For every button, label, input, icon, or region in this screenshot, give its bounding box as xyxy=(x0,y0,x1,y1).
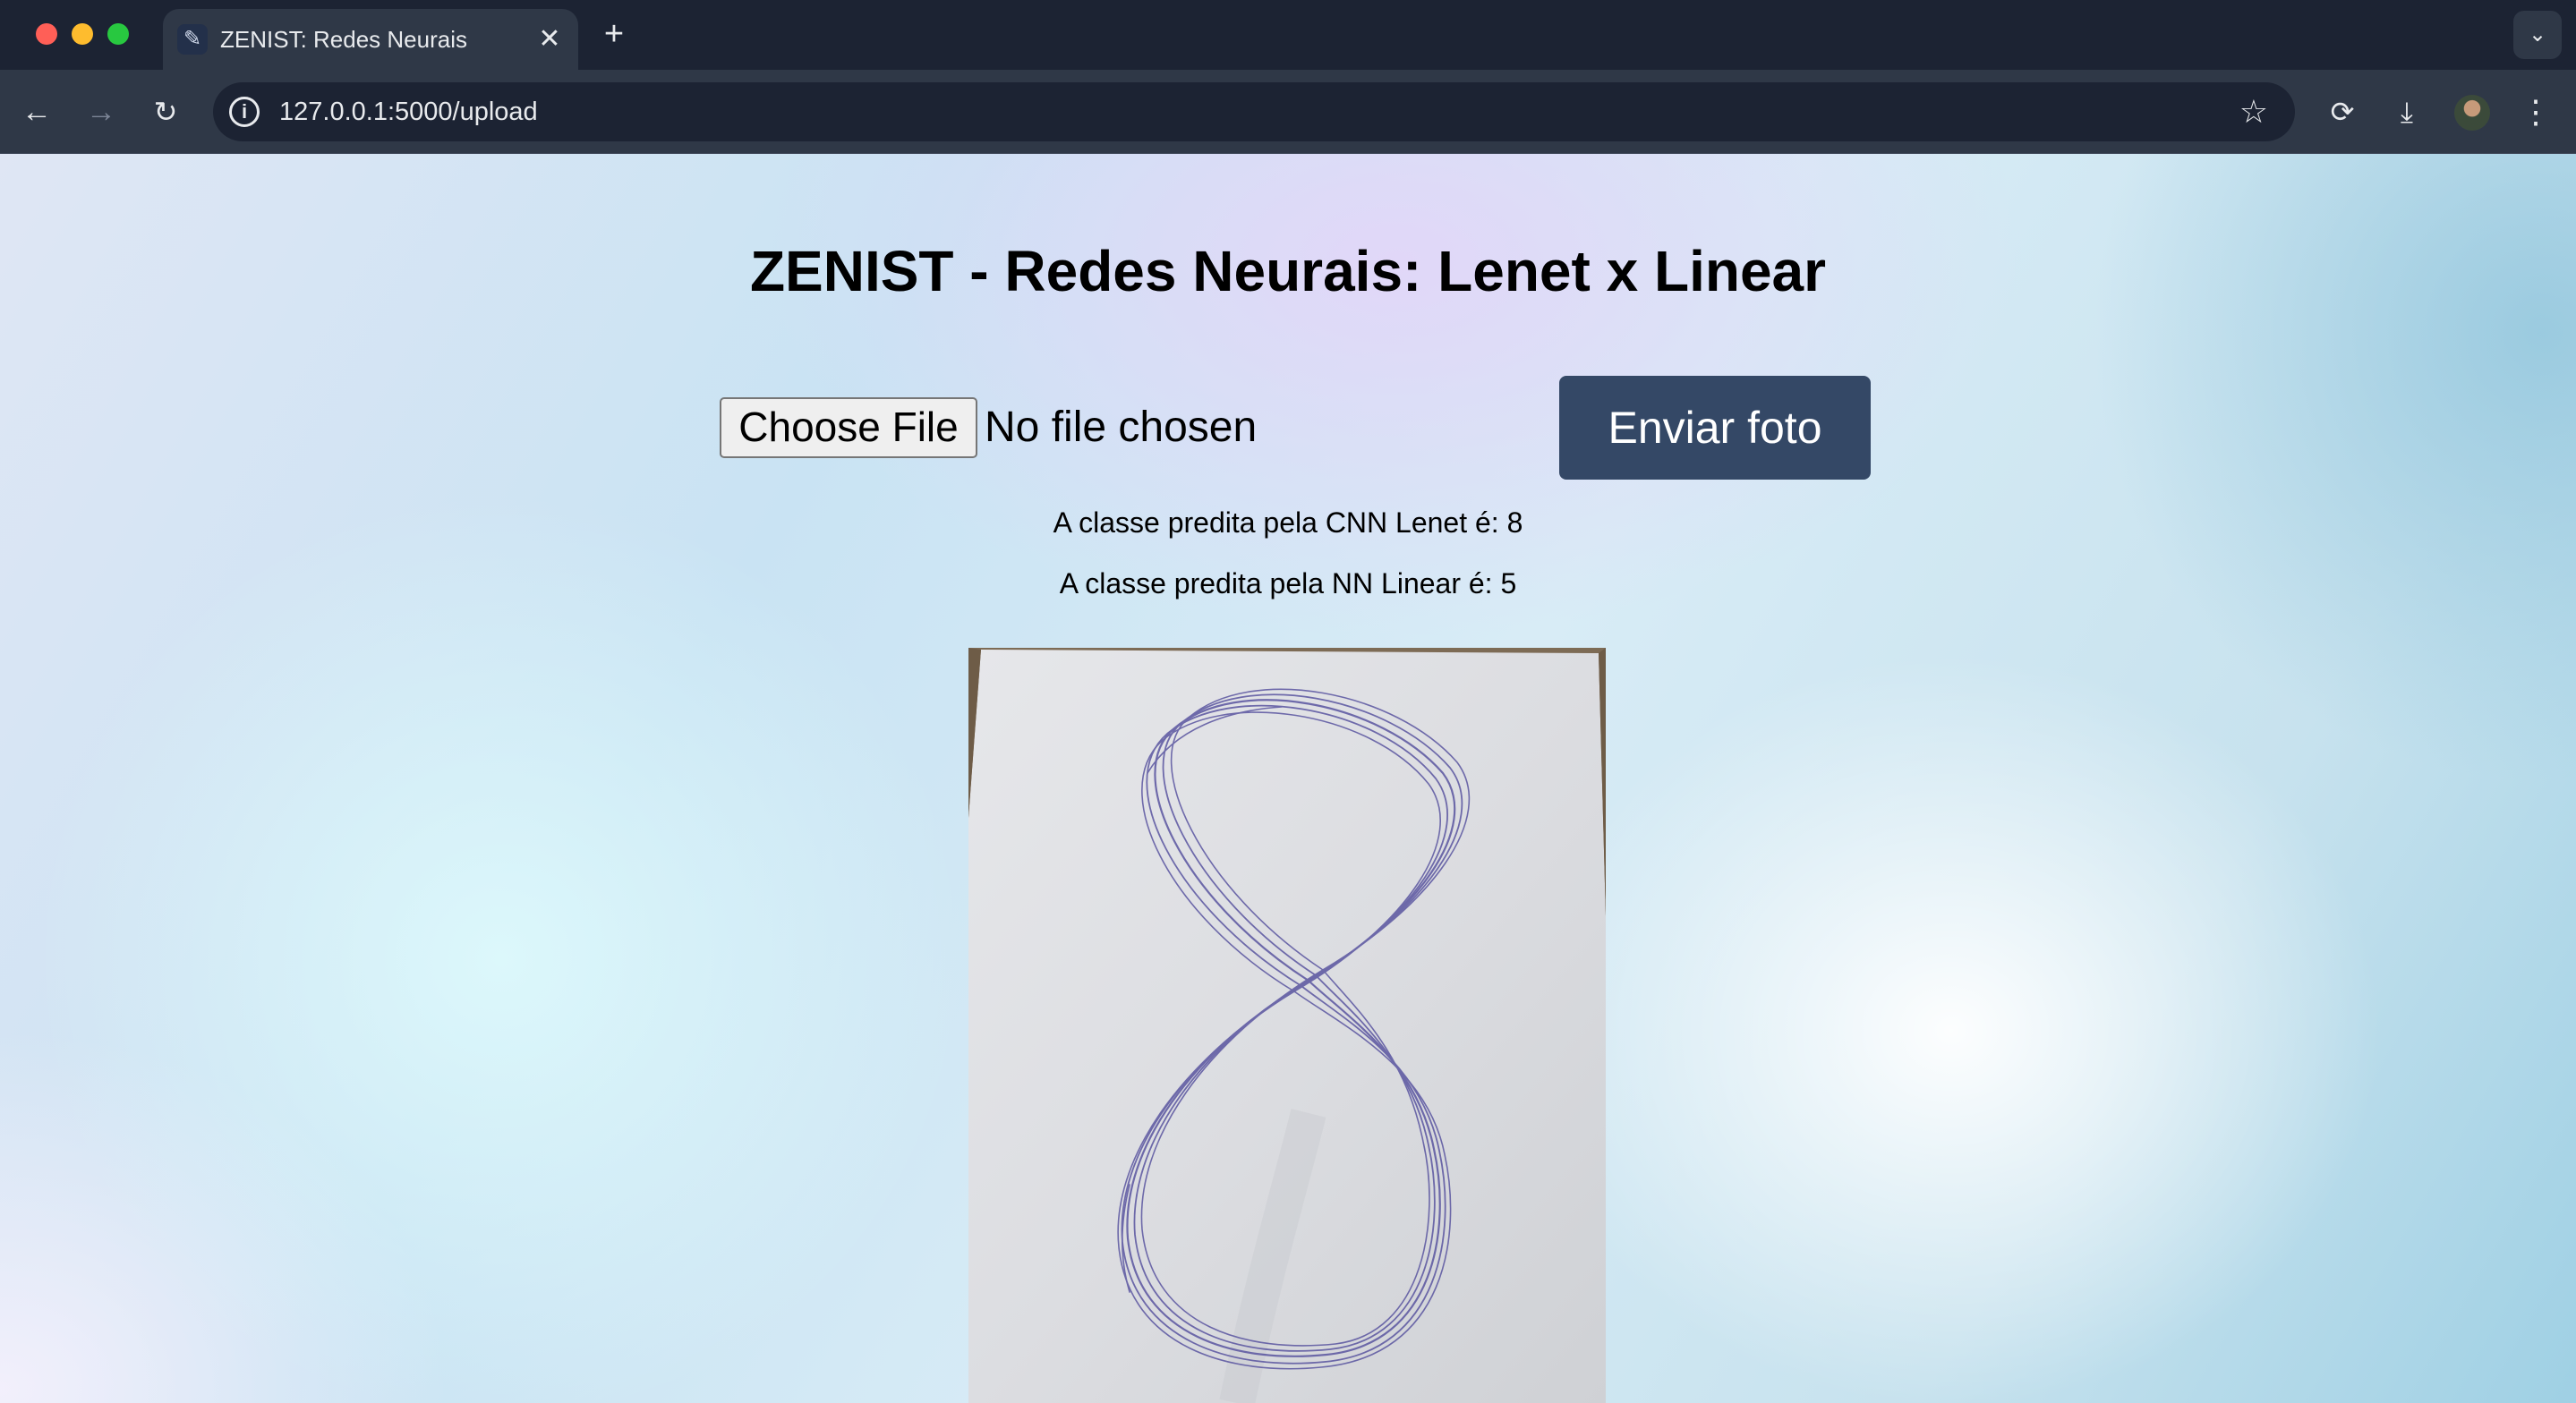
linear-prediction-text: A classe predita pela NN Linear é: 5 xyxy=(1059,567,1517,599)
uploaded-digit-photo xyxy=(968,648,1606,1403)
tab-title: ZENIST: Redes Neurais xyxy=(220,26,467,53)
window-maximize-button[interactable] xyxy=(107,23,129,45)
new-tab-button[interactable]: + xyxy=(594,14,634,54)
more-menu-icon[interactable]: ⋮ xyxy=(2512,88,2560,136)
reload-icon[interactable]: ↻ xyxy=(141,88,190,136)
extension-icon[interactable]: ⟳ xyxy=(2318,88,2367,136)
info-icon[interactable]: i xyxy=(229,97,260,127)
forward-arrow-icon[interactable]: → xyxy=(77,88,125,136)
tab-close-icon[interactable]: ✕ xyxy=(532,21,567,57)
page-title: ZENIST - Redes Neurais: Lenet x Linear xyxy=(749,239,1827,303)
file-status-text: No file chosen xyxy=(985,404,1258,451)
window-minimize-button[interactable] xyxy=(72,23,93,45)
window-close-button[interactable] xyxy=(36,23,57,45)
submit-photo-button[interactable]: Enviar foto xyxy=(1559,376,1871,480)
star-icon[interactable]: ☆ xyxy=(2239,82,2268,141)
address-bar[interactable]: i 127.0.0.1:5000/upload ☆ xyxy=(213,82,2295,141)
back-arrow-icon[interactable]: ← xyxy=(13,88,61,136)
tab-favicon-icon: ✎ xyxy=(177,24,208,55)
profile-avatar[interactable] xyxy=(2454,95,2490,131)
handwritten-digit-photo xyxy=(968,648,1606,1403)
cnn-prediction-text: A classe predita pela CNN Lenet é: 8 xyxy=(1053,506,1523,539)
browser-toolbar: ← → ↻ i 127.0.0.1:5000/upload ☆ ⟳ ⤓ ⋮ xyxy=(0,70,2576,154)
download-icon[interactable]: ⤓ xyxy=(2383,88,2431,136)
tab-search-icon[interactable]: ⌄ xyxy=(2513,11,2562,59)
choose-file-button[interactable]: Choose File xyxy=(720,397,977,458)
address-url[interactable]: 127.0.0.1:5000/upload xyxy=(279,82,538,141)
browser-tab-active[interactable]: ✎ ZENIST: Redes Neurais ✕ xyxy=(163,9,578,70)
page-viewport: ZENIST - Redes Neurais: Lenet x Linear C… xyxy=(0,154,2576,1403)
browser-tab-bar: ✎ ZENIST: Redes Neurais ✕ + ⌄ xyxy=(0,0,2576,70)
